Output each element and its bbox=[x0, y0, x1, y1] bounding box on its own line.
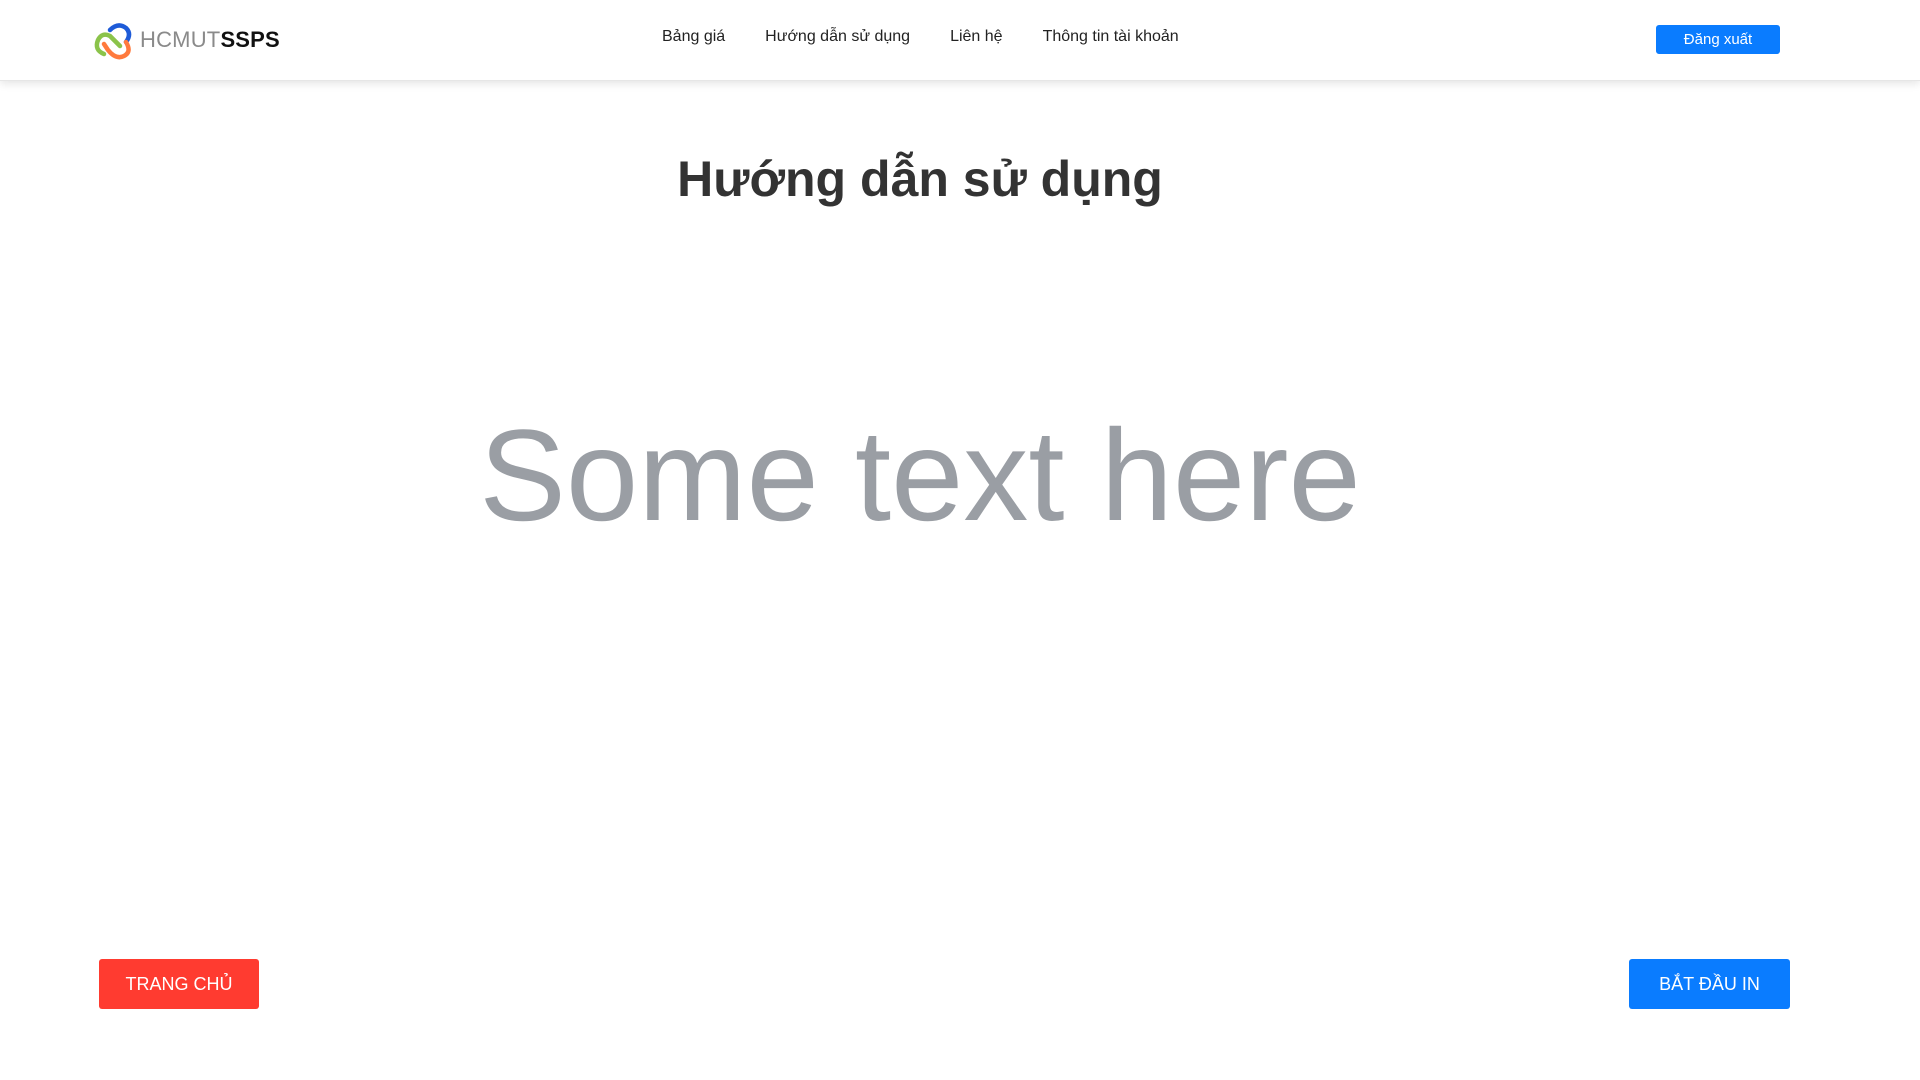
linked-rings-logo-icon bbox=[90, 20, 136, 60]
logo-text: HCMUTSSPS bbox=[140, 27, 280, 53]
guide-content-text: Some text here bbox=[479, 402, 1361, 548]
home-button[interactable]: TRANG CHỦ bbox=[99, 959, 259, 1009]
top-navbar: HCMUTSSPS Bảng giá Hướng dẫn sử dụng Liê… bbox=[0, 0, 1920, 81]
logout-button[interactable]: Đăng xuất bbox=[1656, 25, 1780, 54]
main-nav: Bảng giá Hướng dẫn sử dụng Liên hệ Thông… bbox=[662, 28, 1179, 46]
start-print-button[interactable]: BẮT ĐẦU IN bbox=[1629, 959, 1790, 1009]
nav-item-pricing[interactable]: Bảng giá bbox=[662, 28, 725, 46]
logo[interactable]: HCMUTSSPS bbox=[90, 20, 280, 60]
nav-item-contact[interactable]: Liên hệ bbox=[950, 28, 1003, 46]
logo-text-bold: SSPS bbox=[220, 27, 280, 52]
page-title: Hướng dẫn sử dụng bbox=[677, 151, 1163, 207]
logo-text-light: HCMUT bbox=[140, 27, 221, 52]
nav-item-user-guide[interactable]: Hướng dẫn sử dụng bbox=[765, 28, 910, 46]
nav-item-account-info[interactable]: Thông tin tài khoản bbox=[1043, 28, 1179, 46]
